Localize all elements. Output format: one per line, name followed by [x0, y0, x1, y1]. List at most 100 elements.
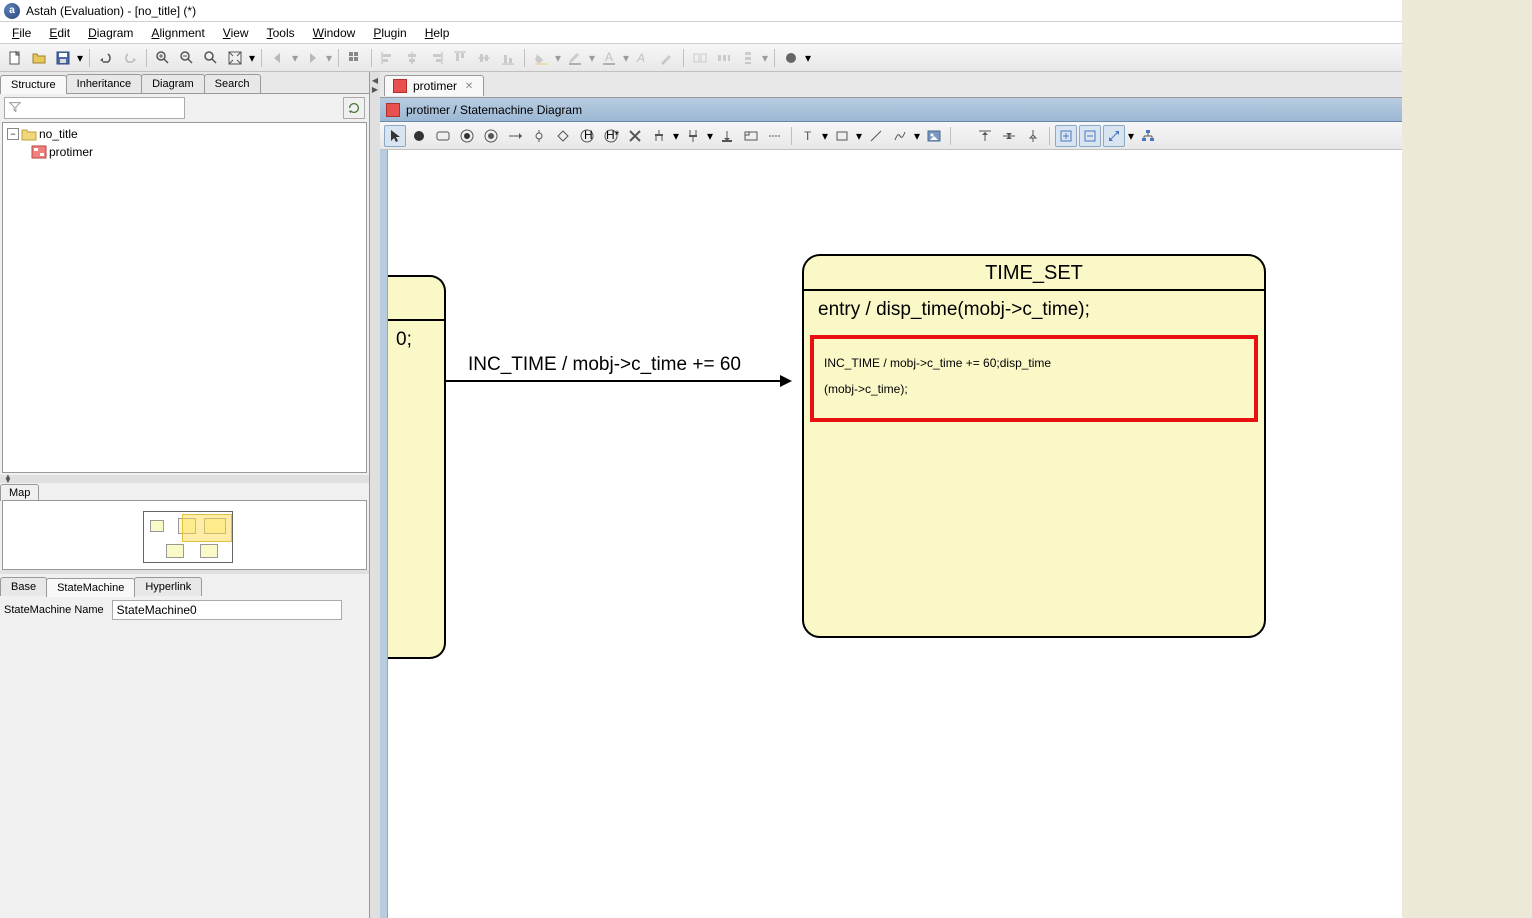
- save-dropdown[interactable]: ▾: [76, 47, 84, 69]
- document-tabs: protimer ✕: [380, 72, 1532, 98]
- resize-tool[interactable]: [1103, 125, 1125, 147]
- align-middle-tool[interactable]: [998, 125, 1020, 147]
- text-dropdown[interactable]: ▾: [821, 125, 829, 147]
- transition-tool[interactable]: [504, 125, 526, 147]
- freehand-tool[interactable]: [889, 125, 911, 147]
- menu-tools[interactable]: Tools: [259, 24, 303, 42]
- freehand-dropdown[interactable]: ▾: [913, 125, 921, 147]
- state-internal-transition-selected[interactable]: INC_TIME / mobj->c_time += 60;disp_time …: [810, 335, 1258, 422]
- image-tool[interactable]: [923, 125, 945, 147]
- line-tool[interactable]: [865, 125, 887, 147]
- select-tool[interactable]: [384, 125, 406, 147]
- shape-style-dropdown[interactable]: ▾: [804, 47, 812, 69]
- map-overview[interactable]: [2, 500, 367, 570]
- fork-dropdown[interactable]: ▾: [672, 125, 680, 147]
- style-button: [656, 47, 678, 69]
- resize-dropdown[interactable]: ▾: [1127, 125, 1135, 147]
- junction-tool[interactable]: [528, 125, 550, 147]
- statemachine-name-input[interactable]: [112, 600, 342, 620]
- expand-tool[interactable]: [1055, 125, 1077, 147]
- state-entry-action: entry / disp_time(mobj->c_time);: [804, 291, 1264, 329]
- save-button[interactable]: [52, 47, 74, 69]
- fit-dropdown[interactable]: ▾: [248, 47, 256, 69]
- tab-search[interactable]: Search: [204, 74, 261, 93]
- filter-row: [0, 94, 369, 122]
- zoom-in-button[interactable]: [152, 47, 174, 69]
- entry-point-tool[interactable]: [716, 125, 738, 147]
- diagram-area: protimer ✕ protimer / Statemachine Diagr…: [380, 72, 1532, 918]
- menu-bar: File Edit Diagram Alignment View Tools W…: [0, 22, 1532, 44]
- shape-style-button[interactable]: [780, 47, 802, 69]
- collapse-tool[interactable]: [1079, 125, 1101, 147]
- menu-diagram[interactable]: Diagram: [80, 24, 141, 42]
- app-logo-icon: a: [4, 3, 20, 19]
- region-tool[interactable]: [764, 125, 786, 147]
- distribute-dropdown: ▾: [761, 47, 769, 69]
- fork-tool[interactable]: [648, 125, 670, 147]
- nav-back-dropdown: ▾: [291, 47, 299, 69]
- history-h-tool[interactable]: H: [576, 125, 598, 147]
- diagram-canvas[interactable]: 0; INC_TIME / mobj->c_time += 60 TIME_SE…: [380, 150, 1532, 918]
- join-dropdown[interactable]: ▾: [706, 125, 714, 147]
- splitter-vertical[interactable]: ◀▶: [370, 72, 380, 918]
- transition-label[interactable]: INC_TIME / mobj->c_time += 60: [468, 354, 741, 376]
- refresh-button[interactable]: [343, 97, 365, 119]
- tab-statemachine[interactable]: StateMachine: [46, 578, 135, 597]
- grid-button[interactable]: [344, 47, 366, 69]
- state-time-set[interactable]: TIME_SET entry / disp_time(mobj->c_time)…: [802, 254, 1266, 638]
- state-partial-left[interactable]: 0;: [388, 275, 446, 659]
- deep-history-tool[interactable]: H*: [600, 125, 622, 147]
- join-tool[interactable]: [682, 125, 704, 147]
- pin-tool[interactable]: [1022, 125, 1044, 147]
- transition-arrow[interactable]: [446, 380, 790, 382]
- tab-map[interactable]: Map: [0, 484, 39, 501]
- final-state-tool[interactable]: [456, 125, 478, 147]
- tree-item-label: protimer: [49, 145, 93, 159]
- menu-window[interactable]: Window: [305, 24, 364, 42]
- splitter-horizontal[interactable]: ▲▼: [0, 475, 369, 483]
- new-button[interactable]: [4, 47, 26, 69]
- font-color-button: A: [598, 47, 620, 69]
- submachine-tool[interactable]: [740, 125, 762, 147]
- terminate-tool[interactable]: [624, 125, 646, 147]
- tree-collapse-icon[interactable]: −: [7, 128, 19, 140]
- tab-base[interactable]: Base: [0, 577, 47, 596]
- menu-help[interactable]: Help: [417, 24, 458, 42]
- menu-plugin[interactable]: Plugin: [365, 24, 414, 42]
- structure-tree[interactable]: − no_title protimer: [2, 122, 367, 473]
- map-panel: Map: [0, 483, 369, 570]
- separator: [1049, 127, 1050, 145]
- fit-window-button[interactable]: [224, 47, 246, 69]
- zoom-fit-button[interactable]: [200, 47, 222, 69]
- text-tool[interactable]: T: [797, 125, 819, 147]
- statemachine-diagram-icon: [393, 79, 407, 93]
- align-top-tool[interactable]: [974, 125, 996, 147]
- choice-tool[interactable]: [552, 125, 574, 147]
- menu-view[interactable]: View: [215, 24, 257, 42]
- filter-icon: [8, 100, 22, 114]
- rect-tool[interactable]: [831, 125, 853, 147]
- doc-tab-protimer[interactable]: protimer ✕: [384, 75, 484, 96]
- open-button[interactable]: [28, 47, 50, 69]
- tab-hyperlink[interactable]: Hyperlink: [134, 577, 202, 596]
- menu-edit[interactable]: Edit: [41, 24, 78, 42]
- zoom-out-button[interactable]: [176, 47, 198, 69]
- initial-state-tool[interactable]: [408, 125, 430, 147]
- fill-color-button: [530, 47, 552, 69]
- filter-input[interactable]: [4, 97, 185, 119]
- align-bottom-button: [497, 47, 519, 69]
- close-tab-icon[interactable]: ✕: [463, 80, 475, 92]
- shallow-history-tool[interactable]: [480, 125, 502, 147]
- rect-dropdown[interactable]: ▾: [855, 125, 863, 147]
- tab-structure[interactable]: Structure: [0, 75, 67, 94]
- menu-file[interactable]: File: [4, 24, 39, 42]
- separator: [261, 49, 262, 67]
- statemachine-diagram-icon: [386, 103, 400, 117]
- layout-tool[interactable]: [1137, 125, 1159, 147]
- tab-inheritance[interactable]: Inheritance: [66, 74, 142, 93]
- undo-button[interactable]: [95, 47, 117, 69]
- menu-alignment[interactable]: Alignment: [143, 24, 212, 42]
- action-text-line1: INC_TIME / mobj->c_time += 60;disp_time: [824, 356, 1051, 370]
- tab-diagram[interactable]: Diagram: [141, 74, 205, 93]
- state-tool[interactable]: [432, 125, 454, 147]
